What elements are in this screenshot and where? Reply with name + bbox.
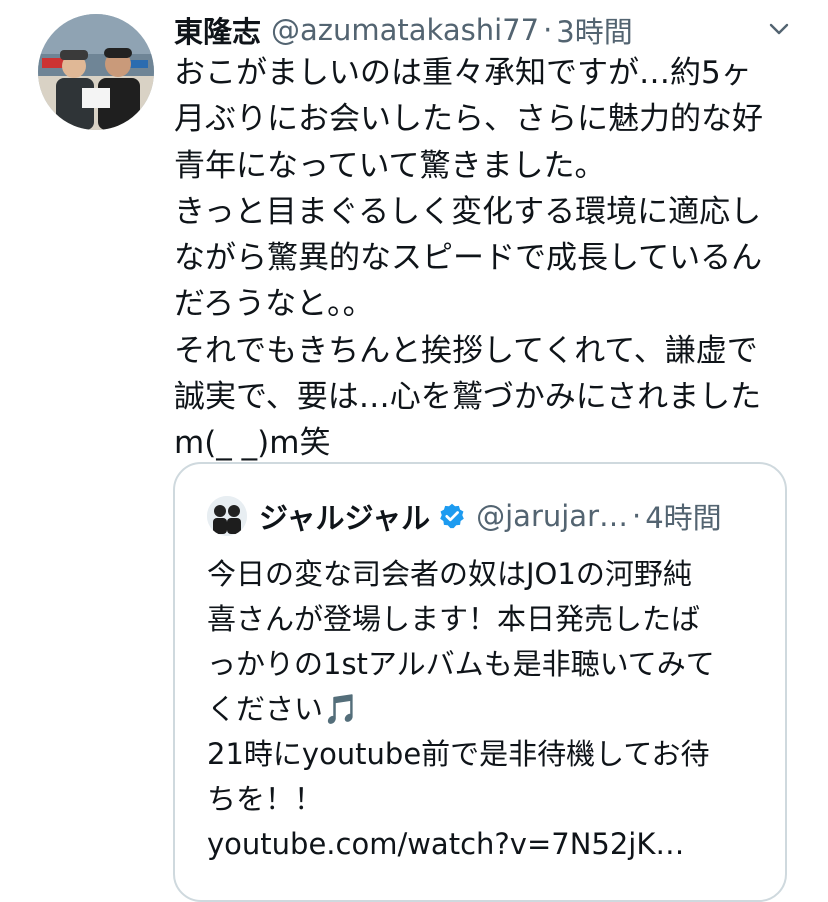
tweet-line: きっと目まぐるしく変化する環境に適応し: [174, 193, 762, 230]
quoted-tweet-text: 今日の変な司会者の奴はJO1の河野純 喜さんが登場します！本日発売したば っかり…: [207, 552, 767, 867]
quoted-link[interactable]: youtube.com/watch?v=7N52jK…: [207, 822, 767, 867]
quoted-author-handle: @jarujar…: [476, 499, 628, 533]
tweet-line: m(_ _)m笑: [174, 425, 331, 462]
tweet-line: おこがましいのは重々承知ですが…約5ヶ: [174, 55, 752, 91]
quoted-line: ちを！！: [207, 782, 324, 816]
quoted-line: ください🎵: [207, 692, 360, 726]
quoted-line: 喜さんが登場します！本日発売したば: [207, 602, 701, 636]
tweet-line: ながら驚異的なスピードで成長しているん: [174, 240, 763, 277]
quoted-avatar: [207, 496, 247, 536]
tweet-line: だろうなと。。: [174, 286, 374, 323]
tweet-header: 東隆志 @azumatakashi77 · 3時間: [174, 8, 788, 52]
tweet-line: 誠実で、要は…心を鷲づかみにされました: [174, 379, 762, 416]
avatar[interactable]: [38, 14, 154, 130]
quoted-line: っかりの1stアルバムも是非聴いてみて: [207, 647, 715, 681]
quoted-tweet-timestamp: 4時間: [645, 501, 722, 535]
tweet-timestamp[interactable]: 3時間: [556, 9, 632, 51]
tweet-line: 月ぶりにお会いしたら、さらに魅力的な好: [174, 101, 763, 138]
author-handle[interactable]: @azumatakashi77: [271, 13, 539, 47]
tweet-line: それでもきちんと挨拶してくれて、謙虚で: [174, 332, 758, 369]
quoted-line: 21時にyoutube前で是非待機してお待: [207, 737, 710, 771]
quoted-tweet-header: ジャルジャル @jarujar… · 4時間: [207, 494, 765, 538]
more-options-button[interactable]: [764, 14, 794, 44]
avatar-photo: [38, 14, 154, 130]
quoted-tweet[interactable]: ジャルジャル @jarujar… · 4時間 今日の変な司会者の奴はJO1の河野…: [173, 462, 787, 902]
tweet-line: 青年になっていて驚きました。: [174, 147, 606, 184]
quoted-avatar-image: [207, 496, 247, 536]
chevron-down-icon: [769, 23, 789, 35]
header-separator: ·: [543, 13, 553, 47]
author-name[interactable]: 東隆志: [174, 9, 261, 51]
quoted-author-name: ジャルジャル: [259, 501, 431, 535]
quoted-header-separator: ·: [632, 499, 642, 533]
verified-badge-icon: [438, 502, 466, 530]
quoted-line: 今日の変な司会者の奴はJO1の河野純: [207, 557, 692, 591]
tweet-text: おこがましいのは重々承知ですが…約5ヶ 月ぶりにお会いしたら、さらに魅力的な好 …: [174, 50, 794, 467]
